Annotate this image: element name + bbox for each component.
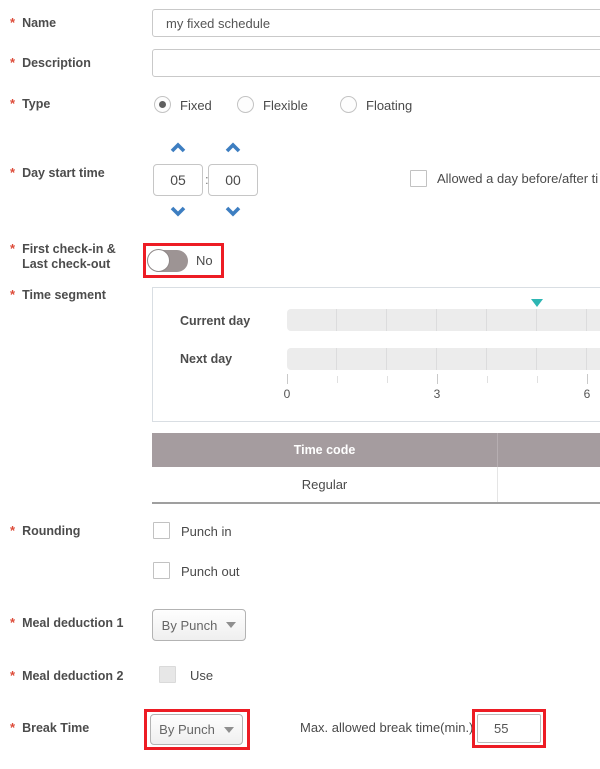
minute-decrement-button[interactable]	[224, 204, 242, 216]
hour-increment-button[interactable]	[169, 141, 187, 153]
required-marker: *	[10, 16, 15, 29]
time-code-table: Time code Regular	[152, 433, 600, 504]
punch-in-checkbox[interactable]	[153, 522, 170, 539]
radio-fixed[interactable]	[154, 96, 171, 113]
axis-tick-label: 3	[425, 387, 449, 401]
day-start-marker-icon	[531, 299, 543, 307]
time-code-column-header: Time code	[152, 433, 498, 467]
allow-day-before-after-checkbox[interactable]	[410, 170, 427, 187]
actions-cell	[498, 467, 600, 502]
minute-increment-button[interactable]	[224, 141, 242, 153]
first-last-label: * First check-in & Last check-out	[10, 242, 116, 272]
required-marker: *	[10, 721, 15, 734]
first-last-toggle[interactable]	[148, 250, 188, 272]
caret-down-icon	[226, 622, 236, 628]
break-time-dropdown[interactable]: By Punch	[150, 714, 243, 745]
allow-day-before-after-label: Allowed a day before/after ti	[437, 171, 598, 186]
axis-tick-minor	[537, 376, 538, 383]
description-input[interactable]	[152, 49, 600, 77]
description-label: * Description	[10, 56, 91, 71]
axis-tick-major	[287, 374, 288, 384]
day-start-time-label: * Day start time	[10, 166, 105, 181]
current-day-label: Current day	[180, 314, 250, 328]
radio-floating[interactable]	[340, 96, 357, 113]
max-break-time-label: Max. allowed break time(min.)	[300, 720, 473, 735]
radio-fixed-label: Fixed	[180, 98, 212, 113]
required-marker: *	[10, 524, 15, 537]
meal-deduction-2-use-label: Use	[190, 668, 213, 683]
time-segment-label: * Time segment	[10, 288, 106, 303]
axis-tick-minor	[487, 376, 488, 383]
chevron-up-icon	[169, 142, 187, 154]
hour-decrement-button[interactable]	[169, 204, 187, 216]
required-marker: *	[10, 166, 15, 179]
next-day-label: Next day	[180, 352, 232, 366]
chevron-down-icon	[169, 205, 187, 217]
name-label: * Name	[10, 16, 56, 31]
actions-column-header	[498, 433, 600, 467]
radio-flexible-label: Flexible	[263, 98, 308, 113]
required-marker: *	[10, 56, 15, 69]
required-marker: *	[10, 288, 15, 301]
hour-input[interactable]	[153, 164, 203, 196]
meal-deduction-2-use-checkbox[interactable]	[159, 666, 176, 683]
next-day-timeline-bar[interactable]	[287, 348, 600, 370]
type-label: * Type	[10, 97, 50, 112]
name-input[interactable]	[152, 9, 600, 37]
time-code-cell: Regular	[152, 467, 498, 502]
table-row: Regular	[152, 467, 600, 502]
required-marker: *	[10, 669, 15, 682]
axis-tick-label: 6	[575, 387, 599, 401]
axis-tick-major	[437, 374, 438, 384]
schedule-form: * Name * Description * Type Fixed Flexib…	[0, 0, 600, 769]
axis-tick-label: 0	[275, 387, 299, 401]
required-marker: *	[10, 616, 15, 629]
punch-out-label: Punch out	[181, 564, 240, 579]
rounding-label: * Rounding	[10, 524, 80, 539]
required-marker: *	[10, 97, 15, 110]
meal-deduction-1-label: * Meal deduction 1	[10, 616, 123, 631]
punch-in-label: Punch in	[181, 524, 232, 539]
meal-deduction-2-label: * Meal deduction 2	[10, 669, 123, 684]
radio-flexible[interactable]	[237, 96, 254, 113]
meal-deduction-1-dropdown[interactable]: By Punch	[152, 609, 246, 641]
minute-input[interactable]	[208, 164, 258, 196]
axis-tick-minor	[387, 376, 388, 383]
chevron-up-icon	[224, 142, 242, 154]
current-day-timeline-bar[interactable]	[287, 309, 600, 331]
required-marker: *	[10, 242, 15, 255]
max-break-time-input[interactable]	[477, 714, 541, 743]
axis-tick-major	[587, 374, 588, 384]
axis-tick-minor	[337, 376, 338, 383]
caret-down-icon	[224, 727, 234, 733]
first-last-toggle-value: No	[196, 253, 213, 268]
chevron-down-icon	[224, 205, 242, 217]
punch-out-checkbox[interactable]	[153, 562, 170, 579]
break-time-label: * Break Time	[10, 721, 89, 736]
radio-floating-label: Floating	[366, 98, 412, 113]
time-code-table-header: Time code	[152, 433, 600, 467]
toggle-knob-icon	[147, 249, 170, 272]
